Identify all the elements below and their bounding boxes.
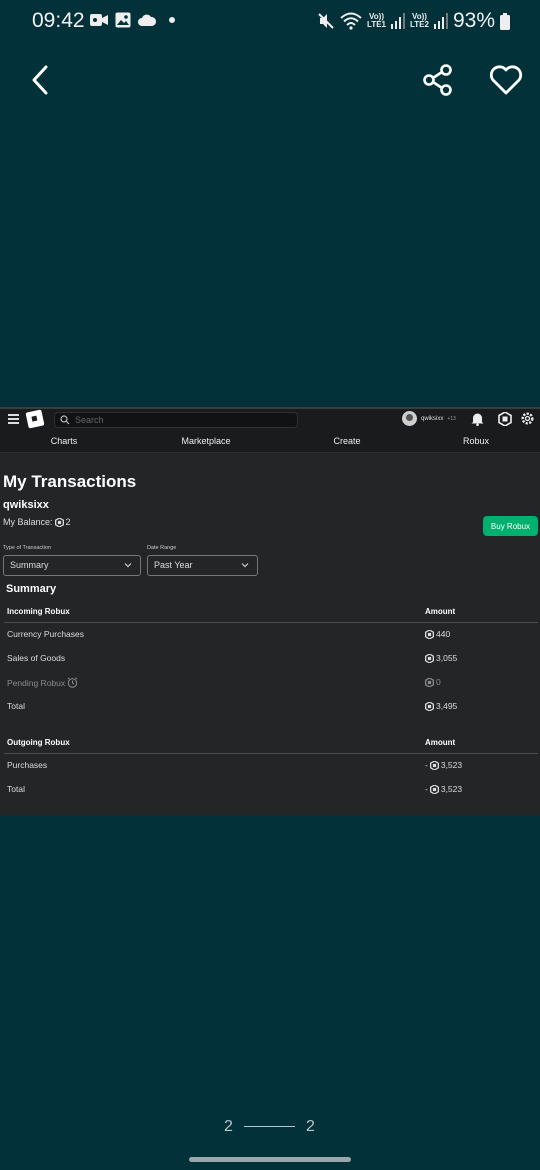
page-total: 2 [306, 1118, 315, 1135]
row-label: Purchases [7, 760, 48, 770]
amount-header: Amount [425, 738, 456, 747]
table-row: Total - 3,523 [4, 778, 538, 802]
table-row: Sales of Goods 3,055 [4, 647, 538, 671]
tab-charts[interactable]: Charts [51, 436, 78, 446]
pager-divider [244, 1126, 295, 1127]
signal-icon [391, 13, 405, 29]
type-label: Type of Transaction [3, 545, 51, 551]
cloud-icon [138, 14, 156, 26]
row-amount: - 3,523 [425, 784, 463, 794]
balance-label: My Balance: [3, 517, 53, 527]
amount-header: Amount [425, 607, 456, 616]
balance-value: 2 [65, 517, 71, 527]
row-amount: 0 [425, 677, 441, 687]
row-amount: 3,495 [425, 701, 457, 711]
row-label: Pending Robux [7, 677, 78, 688]
share-button[interactable] [422, 64, 454, 96]
gallery-icon [115, 12, 131, 28]
table-row: Currency Purchases 440 [4, 623, 538, 647]
share-icon [423, 64, 452, 96]
robux-icon [425, 653, 434, 663]
transaction-screenshot: Search qwiksixx +13 Charts Marketplace C… [0, 407, 540, 815]
row-label: Sales of Goods [7, 653, 66, 663]
lte1-indicator: Vo)) LTE1 [367, 12, 386, 29]
roblox-tabs: Charts Marketplace Create Robux [0, 431, 540, 453]
dot-icon [169, 17, 175, 23]
outgoing-table: Outgoing Robux Amount Purchases - 3,523 … [4, 732, 538, 802]
tab-marketplace[interactable]: Marketplace [181, 436, 230, 446]
buy-robux-button[interactable]: Buy Robux [483, 516, 538, 536]
search-input[interactable]: Search [54, 412, 298, 428]
mute-icon [318, 13, 334, 29]
battery-icon [500, 12, 510, 30]
robux-icon [425, 677, 434, 687]
chevron-down-icon [241, 563, 249, 568]
heart-icon [489, 65, 523, 95]
clock-icon [67, 677, 78, 688]
page-current: 2 [224, 1118, 233, 1135]
signal-icon [433, 13, 448, 29]
robux-icon [425, 629, 434, 639]
outgoing-header: Outgoing Robux [7, 738, 70, 747]
nav-username: qwiksixx [421, 415, 444, 422]
row-label: Total [7, 784, 25, 794]
battery-percent: 93% [452, 9, 495, 32]
roblox-top-nav: Search qwiksixx +13 [0, 407, 540, 431]
search-icon [60, 415, 70, 425]
bell-icon[interactable] [471, 412, 484, 426]
status-notification-icons [90, 12, 177, 28]
range-label: Date Range [147, 545, 177, 551]
robux-icon [429, 784, 439, 794]
incoming-header-row: Incoming Robux Amount [4, 601, 538, 623]
date-range-select[interactable]: Past Year [147, 555, 258, 576]
lte2-indicator: Vo)) LTE2 [410, 12, 429, 29]
table-row: Purchases - 3,523 [4, 754, 538, 778]
summary-heading: Summary [6, 583, 57, 595]
row-amount: - 3,523 [425, 760, 463, 770]
tab-create[interactable]: Create [333, 436, 360, 446]
row-label: Total [7, 701, 25, 711]
row-label: Currency Purchases [7, 629, 85, 639]
robux-icon[interactable] [498, 412, 512, 426]
outgoing-header-row: Outgoing Robux Amount [4, 732, 538, 754]
home-indicator[interactable] [189, 1157, 351, 1162]
user-menu[interactable]: qwiksixx +13 [402, 411, 456, 426]
robux-icon [429, 760, 439, 770]
video-camera-icon [90, 14, 108, 26]
date-range-value: Past Year [154, 560, 193, 570]
incoming-table: Incoming Robux Amount Currency Purchases… [4, 601, 538, 719]
roblox-logo-icon[interactable] [25, 409, 45, 429]
transaction-type-select[interactable]: Summary [3, 555, 141, 576]
username: qwiksixx [3, 499, 49, 511]
table-row: Total 3,495 [4, 695, 538, 719]
robux-icon [425, 701, 434, 711]
favorite-button[interactable] [488, 64, 524, 96]
gear-icon[interactable] [520, 411, 535, 426]
avatar [402, 411, 417, 426]
status-bar: 09:42 Vo)) LTE1 Vo)) LTE2 93% [0, 0, 540, 44]
row-amount: 3,055 [425, 653, 457, 663]
robux-icon [54, 517, 64, 527]
status-time: 09:42 [32, 9, 85, 32]
balance: My Balance: 2 [3, 517, 71, 527]
transaction-type-value: Summary [10, 560, 49, 570]
wifi-icon [340, 12, 362, 30]
back-button[interactable] [28, 62, 54, 100]
menu-icon[interactable] [8, 414, 19, 424]
table-row: Pending Robux 0 [4, 671, 538, 695]
row-amount: 440 [425, 629, 450, 639]
transactions-content: My Transactions qwiksixx My Balance: 2 B… [0, 453, 540, 815]
status-right: Vo)) LTE1 Vo)) LTE2 93% [317, 9, 510, 33]
chevron-left-icon [32, 65, 48, 95]
page-title: My Transactions [3, 472, 137, 491]
search-placeholder: Search [75, 415, 104, 425]
tab-robux[interactable]: Robux [463, 436, 489, 446]
chevron-down-icon [124, 563, 132, 568]
incoming-header: Incoming Robux [7, 607, 70, 616]
age-badge: +13 [447, 415, 456, 422]
